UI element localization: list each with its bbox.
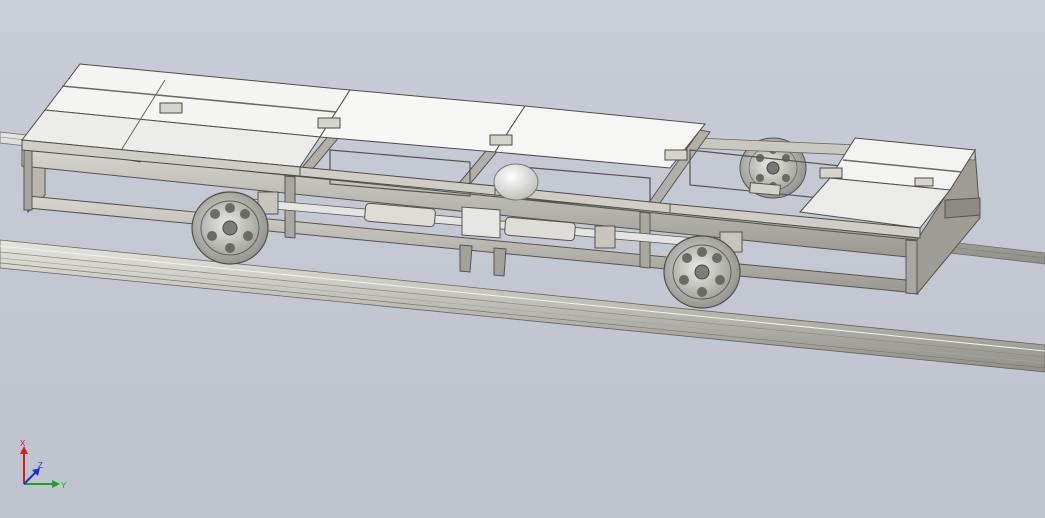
y-axis-label: Y [61, 481, 67, 490]
rail-front [0, 239, 1045, 373]
coordinate-triad: X Y Z [20, 440, 67, 490]
x-axis-label: X [20, 440, 26, 448]
cart-assembly-3d-model[interactable] [0, 0, 1045, 518]
z-axis-label: Z [38, 461, 43, 470]
wheel-front-right [663, 235, 741, 309]
z-axis-arrow [23, 471, 37, 485]
cad-viewport[interactable]: X Y Z [0, 0, 1045, 518]
wheel-front-left [191, 191, 269, 265]
